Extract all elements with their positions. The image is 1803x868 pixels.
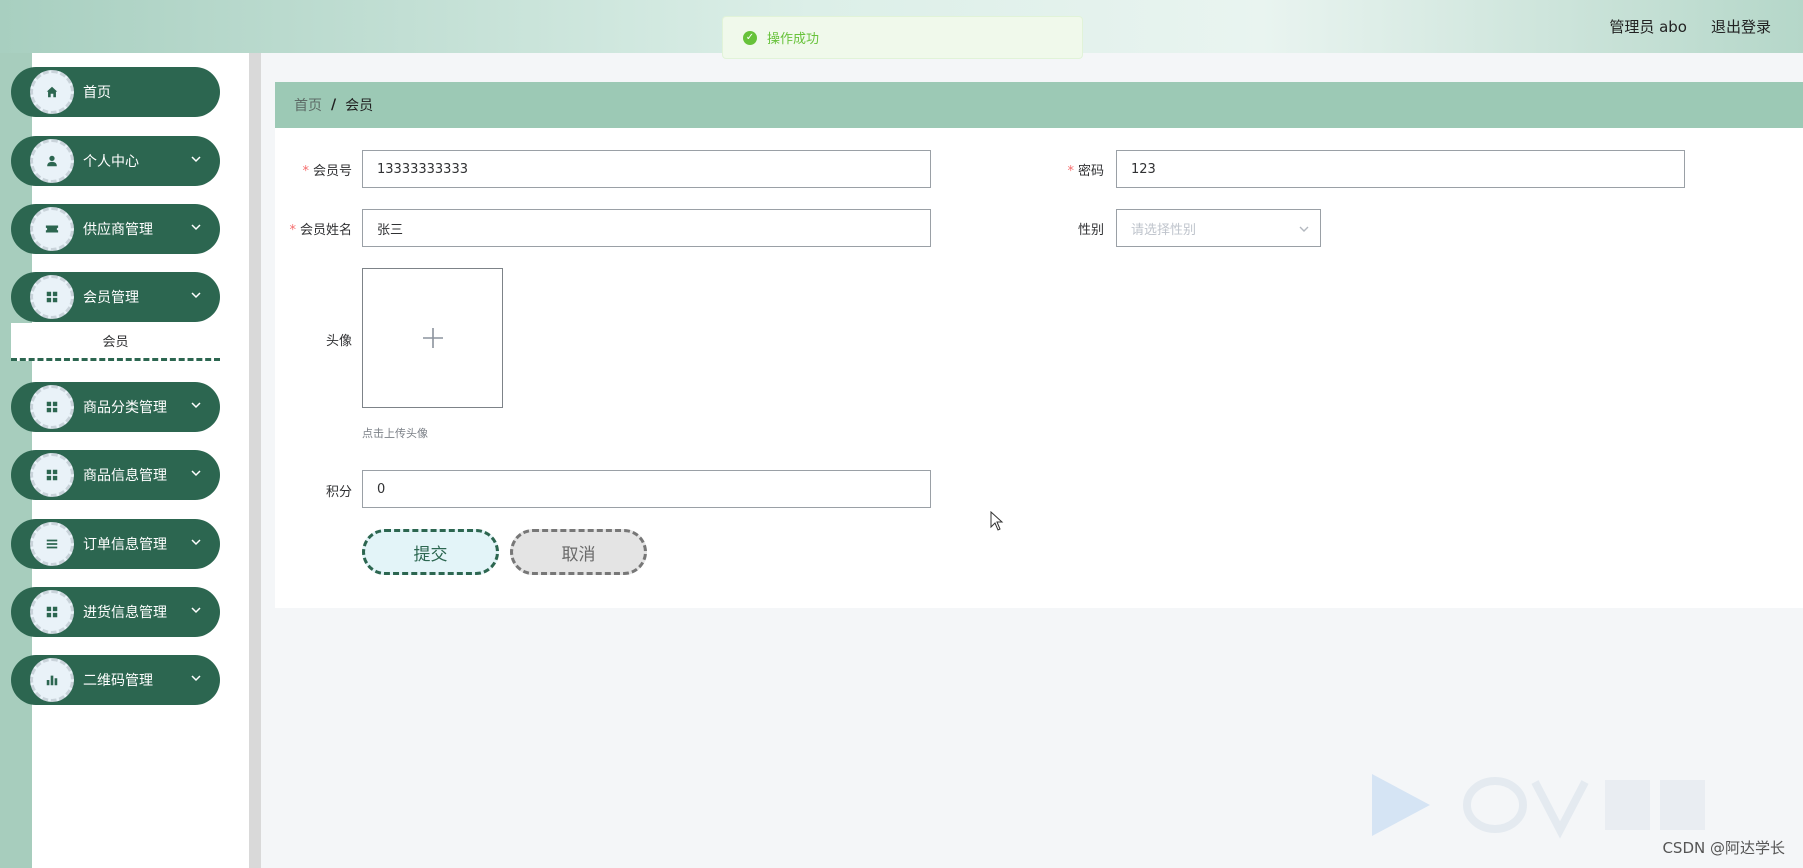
current-user: 管理员 abo <box>1609 18 1687 36</box>
watermark-logo-icon <box>1372 774 1705 839</box>
member-name-input[interactable]: 张三 <box>362 209 931 247</box>
ticket-icon <box>30 207 74 251</box>
avatar-uploader[interactable] <box>362 268 503 408</box>
breadcrumb-separator: / <box>331 97 337 113</box>
bar-chart-icon <box>30 658 74 702</box>
breadcrumb-home[interactable]: 首页 <box>294 95 322 115</box>
sidebar-item-label: 会员管理 <box>83 290 139 306</box>
plus-icon <box>422 328 443 348</box>
sidebar-item-product-info[interactable]: 商品信息管理 <box>11 450 220 500</box>
sidebar-item-orders[interactable]: 订单信息管理 <box>11 519 220 569</box>
grid-icon <box>30 385 74 429</box>
chevron-down-icon <box>190 604 202 616</box>
member-no-input[interactable]: 13333333333 <box>362 150 931 188</box>
sidebar-item-qrcode[interactable]: 二维码管理 <box>11 655 220 705</box>
sidebar-item-label: 个人中心 <box>83 154 139 170</box>
gender-label: 性别 <box>1077 223 1104 238</box>
success-toast: ✓ 操作成功 <box>722 16 1083 59</box>
sidebar-item-label: 进货信息管理 <box>83 605 167 621</box>
sidebar-item-label: 商品信息管理 <box>83 468 167 484</box>
password-label: * 密码 <box>1067 164 1104 179</box>
avatar-label: 头像 <box>325 334 352 349</box>
member-form <box>275 128 1803 608</box>
cancel-button[interactable]: 取消 <box>510 529 647 575</box>
sidebar-item-purchases[interactable]: 进货信息管理 <box>11 587 220 637</box>
grid-icon <box>30 275 74 319</box>
sidebar-divider <box>249 53 261 868</box>
sidebar-item-label: 二维码管理 <box>83 673 153 689</box>
submit-button[interactable]: 提交 <box>362 529 499 575</box>
sidebar-item-profile[interactable]: 个人中心 <box>11 136 220 186</box>
member-no-label: * 会员号 <box>302 164 352 179</box>
csdn-credit: CSDN @阿达学长 <box>1662 839 1785 857</box>
sidebar-subitem-member[interactable]: 会员 <box>11 323 220 361</box>
sidebar-item-product-category[interactable]: 商品分类管理 <box>11 382 220 432</box>
logout-link[interactable]: 退出登录 <box>1711 16 1771 37</box>
sidebar-item-label: 供应商管理 <box>83 222 153 238</box>
avatar-upload-tip: 点击上传头像 <box>362 427 428 440</box>
sidebar-item-label: 订单信息管理 <box>83 537 167 553</box>
sidebar-item-home[interactable]: 首页 <box>11 67 220 117</box>
chevron-down-icon <box>190 536 202 548</box>
toast-message: 操作成功 <box>767 32 820 47</box>
list-icon <box>30 522 74 566</box>
grid-icon <box>30 453 74 497</box>
breadcrumb-current: 会员 <box>345 98 374 114</box>
sidebar-item-members[interactable]: 会员管理 <box>11 272 220 322</box>
gender-select[interactable]: 请选择性别 <box>1116 209 1321 247</box>
points-label: 积分 <box>325 485 352 500</box>
gender-placeholder: 请选择性别 <box>1131 222 1197 238</box>
user-icon <box>30 139 74 183</box>
sidebar-item-label: 商品分类管理 <box>83 400 167 416</box>
member-name-label: * 会员姓名 <box>289 223 352 238</box>
sidebar-item-suppliers[interactable]: 供应商管理 <box>11 204 220 254</box>
chevron-down-icon <box>190 153 202 165</box>
chevron-down-icon <box>190 221 202 233</box>
success-check-icon: ✓ <box>743 30 757 45</box>
breadcrumb: 首页 / 会员 <box>275 82 1803 128</box>
grid-icon <box>30 590 74 634</box>
chevron-down-icon <box>1298 223 1310 235</box>
sidebar-item-label: 首页 <box>83 85 111 101</box>
home-icon <box>30 70 74 114</box>
chevron-down-icon <box>190 467 202 479</box>
chevron-down-icon <box>190 399 202 411</box>
mouse-cursor-icon <box>990 511 1004 531</box>
points-input[interactable]: 0 <box>362 470 931 508</box>
chevron-down-icon <box>190 672 202 684</box>
chevron-down-icon <box>190 289 202 301</box>
password-input[interactable]: 123 <box>1116 150 1685 188</box>
